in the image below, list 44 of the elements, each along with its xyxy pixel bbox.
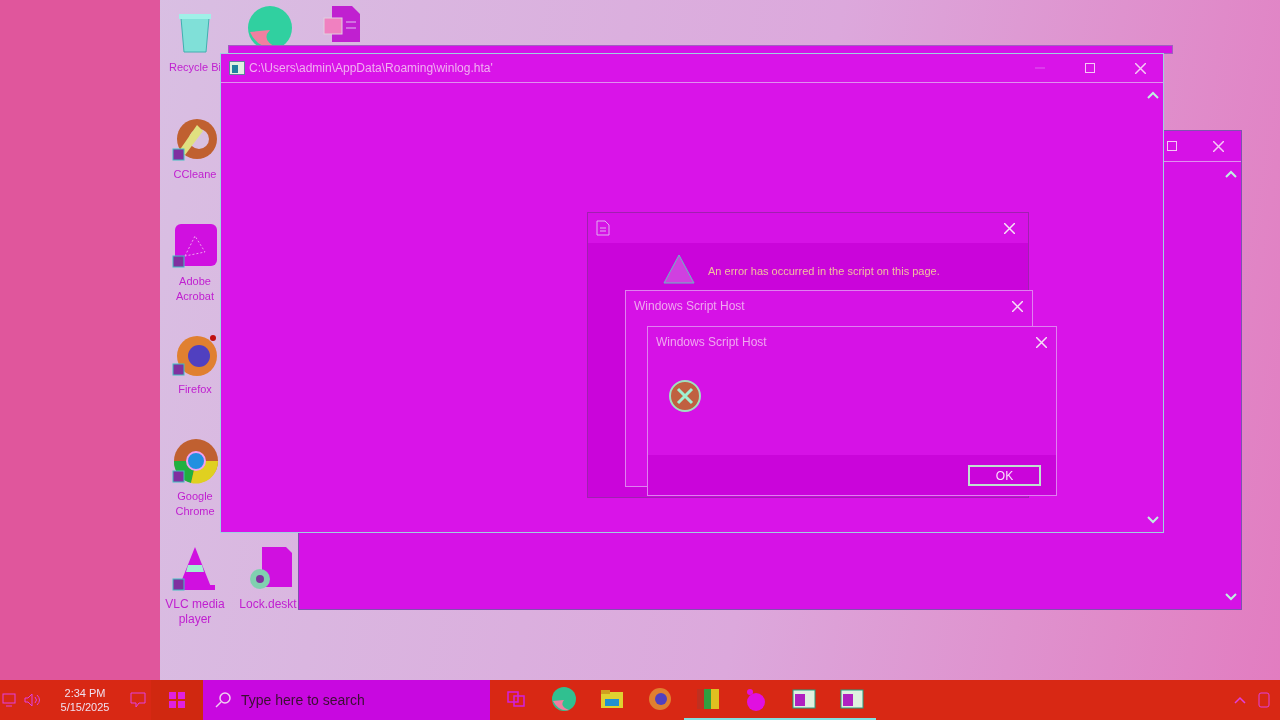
maximize-icon: [1085, 63, 1095, 73]
search-field[interactable]: Type here to search: [203, 680, 490, 720]
start-icon[interactable]: [169, 692, 185, 708]
document-logo-icon: [171, 222, 219, 270]
close-icon: [1003, 222, 1015, 234]
scroll-up-icon: [1147, 91, 1159, 99]
error-message: An error has occurred in the script on this page.: [708, 264, 940, 279]
error-icon: [668, 379, 702, 413]
desktop-icon-label[interactable]: Firefox: [178, 382, 212, 397]
desktop-icon-label[interactable]: Adobe Acrobat: [167, 274, 223, 304]
wave-logo-icon: [551, 686, 577, 712]
document-icon: [322, 4, 362, 44]
scroll-down-icon: [1147, 516, 1159, 524]
close-icon: [1134, 62, 1146, 74]
close-icon: [1035, 336, 1047, 348]
desktop-icon-label[interactable]: Lock.deskt: [239, 597, 297, 612]
dialog-title: Windows Script Host: [656, 334, 767, 351]
volume-icon[interactable]: [24, 693, 42, 707]
window-icon: [840, 689, 864, 709]
fox-logo-icon: [648, 687, 672, 711]
books-icon: [696, 688, 720, 710]
browser-logo-icon: [171, 437, 219, 485]
app-window-icon: [229, 61, 245, 75]
task-view-icon: [507, 691, 525, 707]
close-icon: [1212, 140, 1224, 152]
desktop-icon-label[interactable]: CCleane: [173, 167, 217, 182]
document-icon: [596, 220, 610, 236]
clock-time[interactable]: 2:34 PM: [64, 686, 106, 700]
maximize-icon: [1167, 141, 1177, 151]
ok-button[interactable]: OK: [968, 464, 1041, 486]
clock-date[interactable]: 5/15/2025: [60, 700, 110, 714]
window-title: C:\Users\admin\AppData\Roaming\winlog.hta': [249, 60, 494, 77]
folder-icon: [600, 689, 624, 709]
desktop-icon-label[interactable]: Google Chrome: [167, 489, 223, 519]
dialog-title: Windows Script Host: [634, 298, 745, 315]
desktop-icon-label[interactable]: VLC media player: [162, 597, 228, 627]
chevron-up-icon[interactable]: [1234, 696, 1246, 704]
window-icon: [792, 689, 816, 709]
search-icon: [215, 692, 231, 708]
close-icon: [1011, 300, 1023, 312]
desktop-icon-label[interactable]: Recycle Bi: [169, 60, 221, 75]
scroll-down-icon: [1225, 593, 1237, 601]
warning-icon: [662, 253, 696, 285]
scroll-up-icon: [1225, 170, 1237, 178]
